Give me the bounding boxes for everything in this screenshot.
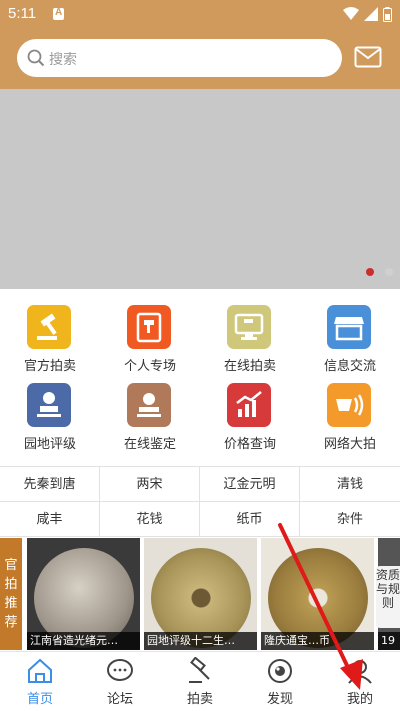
chat-icon: [107, 659, 133, 681]
user-icon: [348, 660, 372, 684]
banner-dot[interactable]: [385, 268, 393, 276]
category-garden-rating[interactable]: 园地评级: [0, 370, 100, 452]
store-icon: [327, 305, 371, 349]
nav-forum[interactable]: 论坛: [80, 652, 160, 711]
tag-item[interactable]: 先秦到唐: [0, 467, 100, 502]
notification-icon: [53, 7, 64, 20]
chart-icon: [227, 383, 271, 427]
category-grid: 官方拍卖 个人专场 在线拍卖 信息交流 园地评级 在线鉴定 价格查询 网络大拍: [0, 292, 400, 462]
tag-item[interactable]: 咸丰: [0, 502, 100, 537]
monitor-gavel-icon: [227, 305, 271, 349]
tag-item[interactable]: 清钱: [300, 467, 400, 502]
category-price-query[interactable]: 价格查询: [200, 370, 300, 452]
search-placeholder: 搜索: [49, 52, 77, 68]
category-online-appraisal[interactable]: 在线鉴定: [100, 370, 200, 452]
nav-label: 首页: [26, 692, 53, 707]
recommend-caption: 园地评级十二生…: [144, 632, 257, 650]
stamp-icon: [27, 383, 71, 427]
nav-label: 拍卖: [186, 692, 213, 707]
dynasty-tag-grid: 先秦到唐 两宋 辽金元明 清钱 咸丰 花钱 纸币 杂件: [0, 466, 400, 537]
nav-mine[interactable]: 我的: [320, 652, 400, 711]
recommend-card[interactable]: 隆庆通宝…币: [261, 538, 374, 650]
category-label: 价格查询: [223, 437, 276, 452]
broadcast-icon: [327, 383, 371, 427]
gavel-icon: [189, 657, 210, 683]
category-label: 在线鉴定: [123, 437, 176, 452]
signal-icon: [364, 7, 378, 21]
category-personal-session[interactable]: 个人专场: [100, 292, 200, 374]
banner-dot-active[interactable]: [366, 268, 374, 276]
tag-item[interactable]: 纸币: [200, 502, 300, 537]
qualification-rules-tab[interactable]: 资质与规则: [376, 566, 400, 628]
system-icons: [343, 6, 392, 22]
category-online-auction[interactable]: 在线拍卖: [200, 292, 300, 374]
status-bar: 5:11: [0, 0, 400, 28]
category-info-exchange[interactable]: 信息交流: [300, 292, 400, 374]
nav-label: 发现: [266, 692, 293, 707]
seal-stamp-icon: [127, 383, 171, 427]
tag-item[interactable]: 杂件: [300, 502, 400, 537]
recommend-side-label: 官拍推荐: [0, 538, 22, 650]
recommend-caption: 19: [378, 632, 400, 650]
wifi-icon: [343, 7, 359, 20]
mail-icon[interactable]: [354, 46, 382, 68]
category-label: 园地评级: [23, 437, 76, 452]
recommend-caption: 江南省造光绪元…: [27, 632, 140, 650]
recommend-card[interactable]: 江南省造光绪元…: [27, 538, 140, 650]
nav-discover[interactable]: 发现: [240, 652, 320, 711]
header: 5:11 搜索: [0, 0, 400, 89]
bottom-nav: 首页 论坛 拍卖 发现 我的: [0, 651, 400, 711]
discover-icon: [268, 659, 292, 683]
tag-item[interactable]: 辽金元明: [200, 467, 300, 502]
tag-item[interactable]: 两宋: [100, 467, 200, 502]
gavel-doc-icon: [127, 305, 171, 349]
search-bar[interactable]: 搜索: [17, 39, 342, 77]
category-network-auction[interactable]: 网络大拍: [300, 370, 400, 452]
recommend-caption: 隆庆通宝…币: [261, 632, 374, 650]
category-label: 网络大拍: [323, 437, 376, 452]
battery-icon: [383, 6, 392, 22]
app-screen: 5:11 搜索 官方拍卖: [0, 0, 400, 711]
nav-label: 论坛: [106, 692, 133, 707]
recommend-card[interactable]: 园地评级十二生…: [144, 538, 257, 650]
nav-auction[interactable]: 拍卖: [160, 652, 240, 711]
nav-home[interactable]: 首页: [0, 652, 80, 711]
category-official-auction[interactable]: 官方拍卖: [0, 292, 100, 374]
home-icon: [28, 658, 52, 683]
search-icon: [27, 49, 45, 67]
nav-label: 我的: [346, 692, 373, 707]
tag-item[interactable]: 花钱: [100, 502, 200, 537]
status-time: 5:11: [8, 5, 37, 22]
gavel-icon: [27, 305, 71, 349]
banner-carousel[interactable]: [0, 89, 400, 289]
recommend-strip: 官拍推荐 江南省造光绪元… 园地评级十二生… 隆庆通宝…币 19: [0, 538, 400, 650]
